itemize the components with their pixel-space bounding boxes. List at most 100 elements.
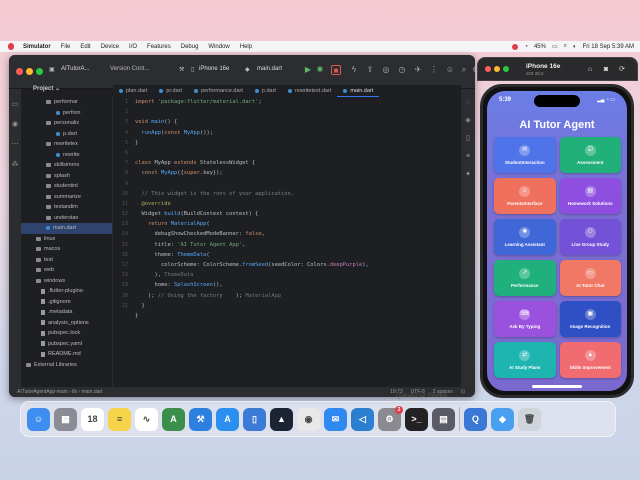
tree-item[interactable]: main.dart	[21, 223, 112, 234]
vscode-icon[interactable]: ◁	[351, 407, 374, 431]
tree-item[interactable]: perforn	[21, 108, 112, 119]
screenshot-icon[interactable]: ◙	[602, 66, 610, 74]
search-icon[interactable]: ⌕	[564, 43, 567, 50]
terminal-icon[interactable]: >_	[405, 407, 428, 431]
feature-card[interactable]: ✺ Learning Assistant	[494, 219, 556, 255]
breadcrumb-item[interactable]: AITutorAgentApp-main	[17, 389, 68, 395]
control-center-icon[interactable]: ◐	[573, 44, 577, 50]
settings-icon[interactable]: ⚙ 2	[378, 405, 403, 431]
clock[interactable]: Fri 18 Sep 5:39 AM	[583, 44, 634, 50]
menu-item-help[interactable]: Help	[235, 44, 257, 50]
structure-icon[interactable]: ⋯	[11, 141, 19, 149]
device-selector[interactable]: iPhone 16e	[199, 66, 229, 72]
menu-item-device[interactable]: Device	[96, 44, 124, 50]
finder-icon[interactable]: ☺	[27, 407, 50, 431]
project-panel-header[interactable]: Project ⌄	[33, 85, 113, 96]
notifications-icon[interactable]: ◌	[464, 99, 472, 107]
simulator-icon[interactable]: ▯	[243, 407, 266, 431]
maps-icon[interactable]: ◆	[491, 407, 514, 431]
gradle-icon[interactable]: ◈	[464, 117, 472, 125]
editor-tab[interactable]: plan.dart	[113, 85, 153, 97]
editor-tab[interactable]: rewritetext.dart	[282, 85, 337, 97]
editor-tab[interactable]: performance.dart	[188, 85, 249, 97]
feature-card[interactable]: ▣ Image Recognition	[559, 301, 621, 337]
feature-card[interactable]: ☺ ParentsInterface	[494, 178, 556, 214]
close-window-button[interactable]	[16, 68, 23, 75]
hammer-icon[interactable]: ⚒	[179, 66, 184, 73]
tree-item[interactable]: External Libraries	[21, 360, 112, 371]
wifi-icon[interactable]: ◔	[524, 44, 528, 50]
battery-percent[interactable]: 45%	[534, 44, 546, 50]
hot-reload-icon[interactable]: ϟ	[349, 65, 359, 75]
apple-menu-icon[interactable]	[8, 43, 14, 50]
freeform-icon[interactable]: ∿	[135, 407, 158, 431]
device-manager-icon[interactable]: ▯	[464, 135, 472, 143]
sim-minimize-button[interactable]	[494, 66, 500, 72]
profile-icon[interactable]: ◷	[397, 65, 407, 75]
project-name[interactable]: AITutorA...	[61, 66, 89, 72]
search-everywhere-icon[interactable]: ⌕	[459, 65, 469, 75]
settings-icon[interactable]: ⚙	[471, 65, 475, 75]
notes-icon[interactable]: ≡	[108, 407, 131, 431]
run-icon[interactable]: ▶	[303, 65, 313, 75]
tree-item[interactable]: skillsimrov	[21, 160, 112, 171]
outline-icon[interactable]: ≡	[464, 153, 472, 161]
chrome-icon[interactable]: ◉	[297, 407, 320, 431]
sim-zoom-button[interactable]	[503, 66, 509, 72]
home-icon[interactable]: ⌂	[586, 66, 594, 74]
tree-item[interactable]: linux	[21, 234, 112, 245]
flutter-inspector-icon[interactable]: ◎	[381, 65, 391, 75]
tree-item[interactable]: understan	[21, 213, 112, 224]
home-indicator[interactable]	[532, 385, 582, 388]
app-store-icon[interactable]: A	[216, 407, 239, 431]
ai-icon[interactable]: ✦	[464, 171, 472, 179]
tree-item[interactable]: splash	[21, 171, 112, 182]
tree-item[interactable]: pubspec.lock	[21, 328, 112, 339]
menu-item-edit[interactable]: Edit	[75, 44, 95, 50]
project-icon[interactable]: ▣	[49, 66, 55, 73]
feature-card[interactable]: ⚇ Live Group Study	[559, 219, 621, 255]
minimize-window-button[interactable]	[26, 68, 33, 75]
feature-card[interactable]: ▤ Homework Solutions	[559, 178, 621, 214]
tree-item[interactable]: .flutter-plugins-	[21, 286, 112, 297]
menu-item-debug[interactable]: Debug	[176, 44, 204, 50]
tree-item[interactable]: .metadata	[21, 307, 112, 318]
zoom-window-button[interactable]	[36, 68, 43, 75]
launchpad-icon[interactable]: ▦	[54, 407, 77, 431]
recording-icon[interactable]	[512, 43, 519, 50]
debug-icon[interactable]: ✱	[315, 65, 325, 75]
tree-item[interactable]: rewritetex	[21, 139, 112, 150]
feature-card[interactable]: ⇄ AI Study Plans	[494, 342, 556, 378]
tree-item[interactable]: README.md	[21, 349, 112, 360]
plugins-icon[interactable]: ⁂	[11, 161, 19, 169]
device-icon[interactable]: ▯	[191, 66, 194, 73]
tree-item[interactable]: analysis_options	[21, 318, 112, 329]
editor-tab[interactable]: p.dart	[249, 85, 282, 97]
breadcrumb-item[interactable]: main.dart	[82, 389, 103, 395]
tree-item[interactable]: web	[21, 265, 112, 276]
tree-item[interactable]: .gitignore	[21, 297, 112, 308]
tree-item[interactable]: p.dart	[21, 129, 112, 140]
devtools-icon[interactable]: ✈	[413, 65, 423, 75]
folder-icon[interactable]: ▭	[11, 101, 19, 109]
android-studio-icon[interactable]: A	[162, 407, 185, 431]
code-editor[interactable]: import 'package:flutter/material.dart'; …	[135, 97, 461, 387]
dart-icon[interactable]: ◆	[245, 66, 250, 73]
menu-item-i-o[interactable]: I/O	[124, 44, 142, 50]
tree-item[interactable]: pubspec.yaml	[21, 339, 112, 350]
battery-icon[interactable]: ▭	[552, 43, 558, 50]
attach-icon[interactable]: ⇪	[365, 65, 375, 75]
lock-icon[interactable]: ⊡	[461, 389, 465, 395]
run-config-selector[interactable]: main.dart	[257, 66, 282, 72]
instruments-icon[interactable]: ▲	[270, 407, 293, 431]
tree-item[interactable]: studentint	[21, 181, 112, 192]
feature-card[interactable]: ▭ AI Tutor Chat	[559, 260, 621, 296]
feature-card[interactable]: ✉ StudentInteraction	[494, 137, 556, 173]
tree-item[interactable]: textandim	[21, 202, 112, 213]
menu-item-simulator[interactable]: Simulator	[18, 44, 56, 50]
calendar-icon[interactable]: 18	[81, 407, 104, 431]
storage-icon[interactable]: ▤	[432, 407, 455, 431]
menu-item-features[interactable]: Features	[142, 44, 176, 50]
vcs-widget[interactable]: Version Cont...	[110, 66, 149, 72]
tree-item[interactable]: personaliz	[21, 118, 112, 129]
